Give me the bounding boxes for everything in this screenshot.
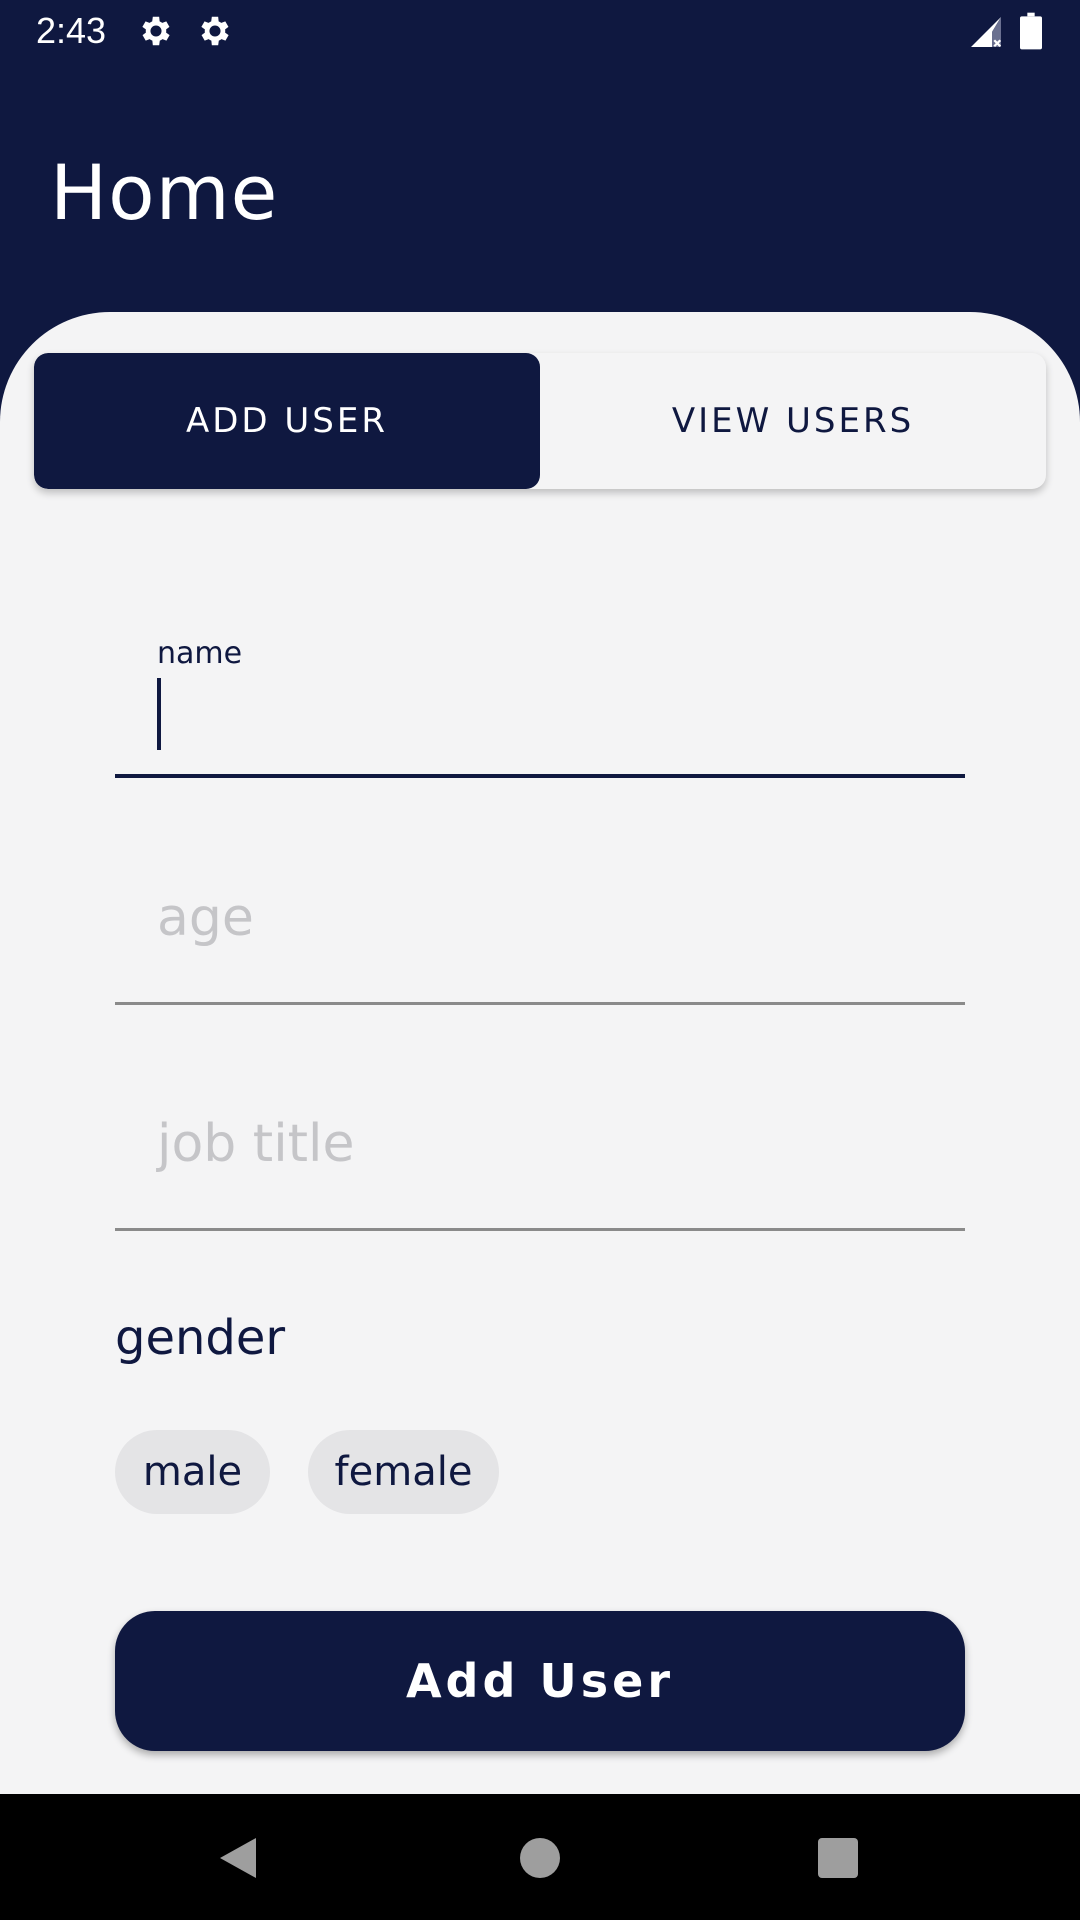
chip-female[interactable]: female (308, 1430, 499, 1514)
tab-bar: ADD USER VIEW USERS (34, 353, 1046, 489)
gender-label: gender (115, 1310, 286, 1366)
age-underline (115, 1002, 965, 1005)
home-icon[interactable] (520, 1838, 560, 1878)
gear-icon (142, 16, 170, 46)
add-user-button[interactable]: Add User (115, 1611, 965, 1751)
text-cursor (157, 678, 161, 750)
gear-icon (201, 16, 229, 46)
tab-add-user[interactable]: ADD USER (34, 353, 540, 489)
name-underline (115, 774, 965, 778)
name-label: name (157, 636, 243, 671)
age-field[interactable]: age (115, 880, 965, 1006)
back-icon[interactable] (216, 1834, 260, 1882)
name-field[interactable]: name (115, 630, 965, 780)
age-placeholder: age (157, 888, 254, 948)
tab-view-users[interactable]: VIEW USERS (540, 353, 1046, 489)
recents-icon[interactable] (818, 1838, 858, 1878)
content-sheet (0, 312, 1080, 1794)
page-title: Home (50, 148, 279, 237)
status-time: 2:43 (36, 10, 107, 51)
status-bar: 2:43 (0, 0, 1080, 64)
chip-male[interactable]: male (115, 1430, 270, 1514)
job-title-placeholder: job title (157, 1114, 355, 1174)
signal-icon (971, 17, 1002, 48)
battery-icon (1020, 12, 1042, 50)
job-title-underline (115, 1228, 965, 1231)
job-title-field[interactable]: job title (115, 1106, 965, 1232)
